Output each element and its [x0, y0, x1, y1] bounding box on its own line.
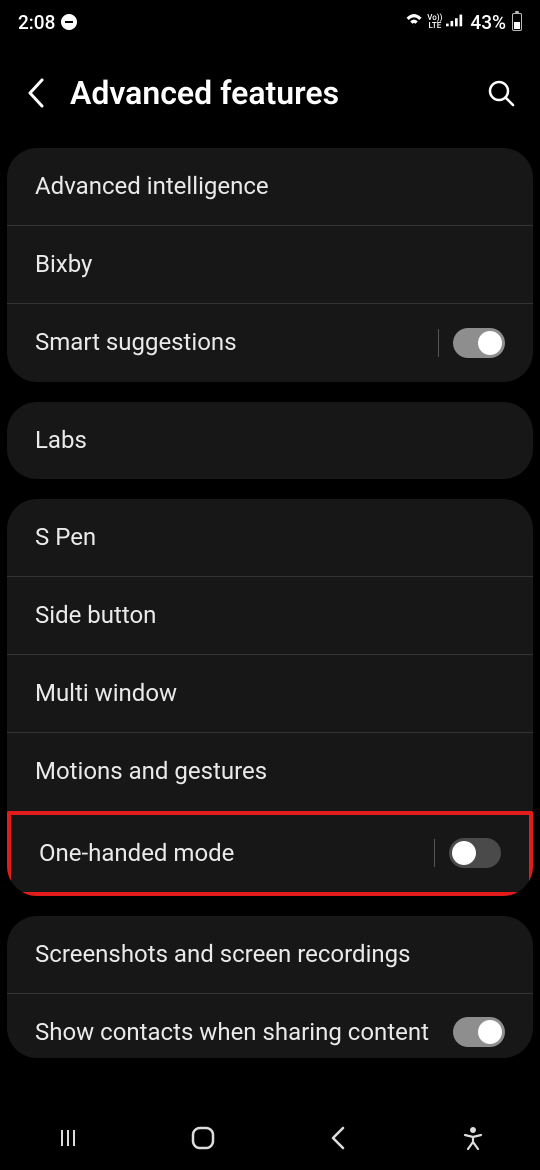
group-input: S Pen Side button Multi window Motions a… — [7, 499, 533, 896]
label-s-pen: S Pen — [35, 522, 505, 553]
label-smart-suggestions: Smart suggestions — [35, 327, 438, 358]
volte-icon: Vo)) LTE — [427, 14, 442, 30]
accessibility-button[interactable] — [453, 1118, 493, 1158]
settings-content: Advanced intelligence Bixby Smart sugges… — [0, 148, 540, 1058]
home-button[interactable] — [183, 1118, 223, 1158]
signal-icon — [446, 13, 464, 31]
group-intelligence: Advanced intelligence Bixby Smart sugges… — [7, 148, 533, 382]
row-s-pen[interactable]: S Pen — [7, 499, 533, 576]
group-labs: Labs — [7, 402, 533, 479]
battery-percent: 43% — [470, 11, 506, 34]
status-time: 2:08 — [18, 11, 55, 34]
divider-icon — [438, 329, 439, 357]
status-right: Vo)) LTE 43% — [405, 11, 522, 34]
label-multi-window: Multi window — [35, 678, 505, 709]
toggle-show-contacts[interactable] — [453, 1017, 505, 1047]
dnd-icon — [61, 14, 77, 30]
label-side-button: Side button — [35, 600, 505, 631]
row-screenshots[interactable]: Screenshots and screen recordings — [7, 916, 533, 993]
header: Advanced features — [0, 44, 540, 148]
divider-icon — [434, 839, 435, 867]
page-title: Advanced features — [70, 74, 464, 112]
label-show-contacts: Show contacts when sharing content — [35, 1017, 453, 1048]
row-multi-window[interactable]: Multi window — [7, 654, 533, 732]
navigation-bar — [0, 1106, 540, 1170]
wifi-icon — [405, 13, 423, 31]
label-bixby: Bixby — [35, 249, 505, 280]
row-show-contacts[interactable]: Show contacts when sharing content — [7, 993, 533, 1058]
label-screenshots: Screenshots and screen recordings — [35, 939, 505, 970]
label-one-handed: One-handed mode — [39, 838, 434, 869]
highlight-one-handed: One-handed mode — [7, 811, 533, 896]
status-bar: 2:08 Vo)) LTE 43% — [0, 0, 540, 44]
row-side-button[interactable]: Side button — [7, 576, 533, 654]
label-motions-gestures: Motions and gestures — [35, 756, 505, 787]
row-bixby[interactable]: Bixby — [7, 225, 533, 303]
row-motions-gestures[interactable]: Motions and gestures — [7, 732, 533, 810]
back-button[interactable] — [22, 79, 50, 107]
row-one-handed[interactable]: One-handed mode — [11, 815, 529, 892]
label-advanced-intelligence: Advanced intelligence — [35, 171, 505, 202]
group-screenshots: Screenshots and screen recordings Show c… — [7, 916, 533, 1058]
back-nav-button[interactable] — [318, 1118, 358, 1158]
label-labs: Labs — [35, 425, 505, 456]
battery-icon — [512, 13, 522, 31]
search-button[interactable] — [484, 76, 518, 110]
recents-button[interactable] — [48, 1118, 88, 1158]
row-smart-suggestions[interactable]: Smart suggestions — [7, 303, 533, 381]
row-labs[interactable]: Labs — [7, 402, 533, 479]
toggle-one-handed[interactable] — [449, 838, 501, 868]
status-left: 2:08 — [18, 11, 77, 34]
row-advanced-intelligence[interactable]: Advanced intelligence — [7, 148, 533, 225]
toggle-smart-suggestions[interactable] — [453, 328, 505, 358]
